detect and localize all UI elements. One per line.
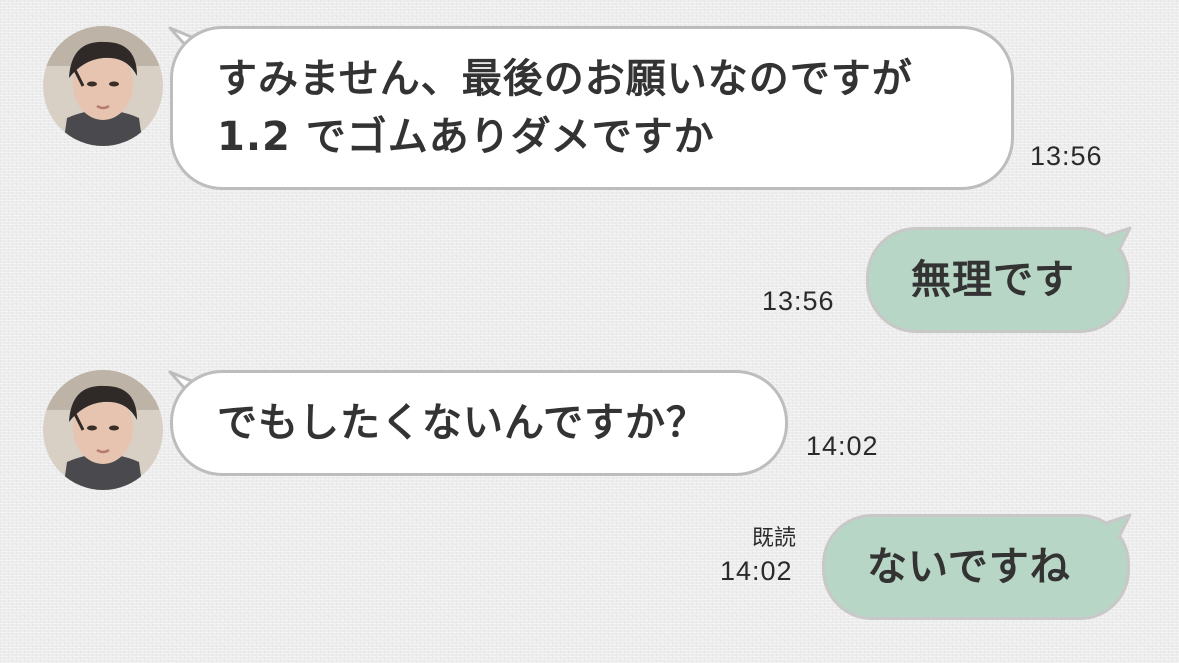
sender-avatar[interactable] [43, 26, 163, 146]
sender-avatar[interactable] [43, 370, 163, 490]
message-bubble-incoming[interactable]: でもしたくないんですか？ [170, 370, 788, 476]
bubble-tail [1105, 513, 1132, 540]
message-time: 14:02 [806, 431, 879, 461]
message-text: ないですね [867, 544, 1071, 590]
message-time: 13:56 [1030, 141, 1103, 171]
read-receipt: 既読 [752, 526, 797, 551]
chat-view[interactable]: すみません、最後のお願いなのですが 1.2 でゴムありダメですか 13:56 1… [0, 0, 1179, 663]
message-text: すみません、最後のお願いなのですが 1.2 でゴムありダメですか [217, 56, 913, 160]
message-time: 13:56 [762, 286, 835, 316]
message-time: 14:02 [720, 556, 793, 586]
message-text: 無理です [911, 257, 1075, 303]
bubble-tail [1105, 226, 1132, 253]
message-text: でもしたくないんですか？ [217, 400, 707, 446]
message-bubble-incoming[interactable]: すみません、最後のお願いなのですが 1.2 でゴムありダメですか [170, 26, 1014, 190]
message-bubble-outgoing[interactable]: ないですね [822, 514, 1130, 620]
message-bubble-outgoing[interactable]: 無理です [866, 227, 1130, 333]
